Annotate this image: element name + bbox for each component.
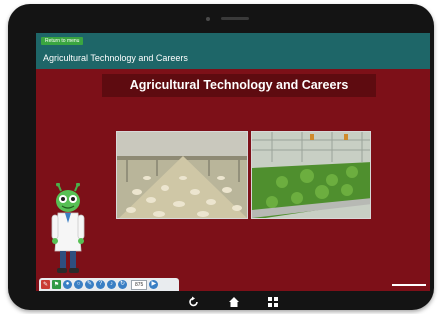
return-to-menu-button[interactable]: Return to menu: [41, 37, 84, 45]
screen: Return to menu Agricultural Technology a…: [36, 33, 430, 291]
zoom-select[interactable]: 875: [131, 279, 148, 290]
circle-tool-icon[interactable]: ○: [74, 280, 83, 289]
camera-icon: [206, 17, 210, 21]
pen-icon[interactable]: ✎: [85, 280, 94, 289]
poultry-house-image: [117, 132, 247, 218]
audio-icon[interactable]: ♪: [107, 280, 116, 289]
tablet-frame: Return to menu Agricultural Technology a…: [8, 4, 434, 310]
speaker-grille: [221, 17, 249, 20]
help-icon[interactable]: ?: [96, 280, 105, 289]
slide-progress-indicator: [392, 284, 426, 286]
greenhouse-image: [252, 132, 370, 218]
refresh-icon[interactable]: ↻: [118, 280, 127, 289]
slide-title: Agricultural Technology and Careers: [102, 74, 376, 97]
android-nav-bar: [36, 291, 430, 311]
globe-icon[interactable]: ●: [63, 280, 72, 289]
greenhouse-photo: [251, 131, 371, 219]
alien-mascot-image: [50, 182, 86, 284]
back-icon[interactable]: [187, 295, 201, 309]
header-title: Agricultural Technology and Careers: [43, 53, 188, 63]
next-icon[interactable]: ▶: [149, 280, 159, 289]
recents-icon[interactable]: [266, 295, 280, 309]
poultry-house-photo: [116, 131, 248, 219]
notes-icon[interactable]: ✎: [41, 280, 50, 289]
app-header: Return to menu Agricultural Technology a…: [36, 33, 430, 69]
home-icon[interactable]: [227, 295, 241, 309]
bookmark-icon[interactable]: ⚑: [52, 280, 61, 289]
toolbar: ✎ ⚑ ● ○ ✎ ? ♪ ↻ 875 ▶: [39, 278, 179, 291]
